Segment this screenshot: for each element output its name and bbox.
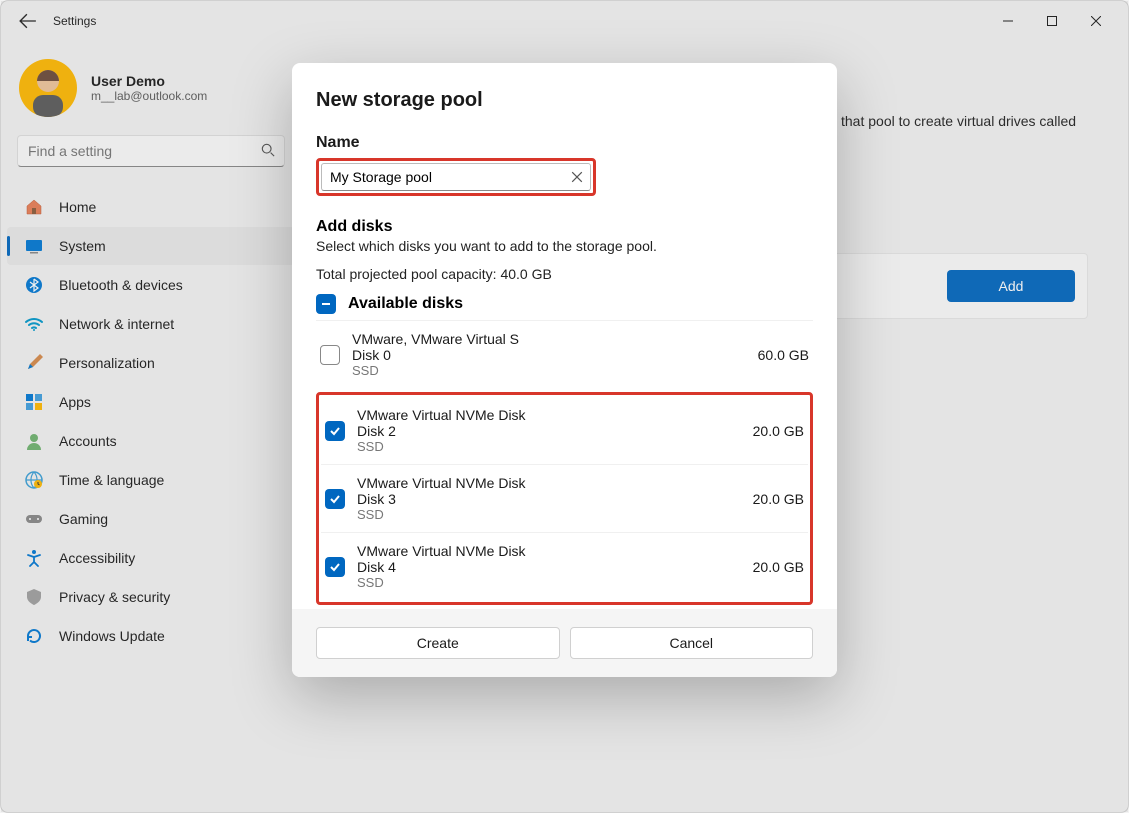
available-disks-label: Available disks	[348, 295, 463, 313]
disk-row[interactable]: VMware Virtual NVMe Disk Disk 4 SSD 20.0…	[321, 532, 808, 600]
dialog-backdrop: New storage pool Name Add disks Select w…	[1, 1, 1128, 812]
disk-name: VMware, VMware Virtual S	[352, 331, 746, 347]
disk-checkbox[interactable]	[320, 345, 340, 365]
add-disks-title: Add disks	[316, 218, 813, 236]
disk-name: VMware Virtual NVMe Disk	[357, 475, 741, 491]
name-label: Name	[316, 134, 813, 152]
new-storage-pool-dialog: New storage pool Name Add disks Select w…	[292, 63, 837, 677]
disk-size: 60.0 GB	[758, 347, 809, 363]
disk-type: SSD	[357, 439, 741, 454]
projected-capacity: Total projected pool capacity: 40.0 GB	[316, 266, 813, 282]
disk-size: 20.0 GB	[753, 491, 804, 507]
disk-checkbox[interactable]	[325, 489, 345, 509]
disk-row[interactable]: VMware Virtual NVMe Disk Disk 3 SSD 20.0…	[321, 464, 808, 532]
disk-size: 20.0 GB	[753, 559, 804, 575]
disk-id: Disk 3	[357, 491, 741, 507]
disk-name: VMware Virtual NVMe Disk	[357, 407, 741, 423]
disk-id: Disk 2	[357, 423, 741, 439]
disk-type: SSD	[357, 507, 741, 522]
disk-type: SSD	[352, 363, 746, 378]
cancel-button[interactable]: Cancel	[570, 627, 814, 659]
selected-disks-highlight: VMware Virtual NVMe Disk Disk 2 SSD 20.0…	[316, 392, 813, 605]
disk-checkbox[interactable]	[325, 421, 345, 441]
disk-row[interactable]: VMware Virtual NVMe Disk Disk 2 SSD 20.0…	[321, 397, 808, 464]
disk-checkbox[interactable]	[325, 557, 345, 577]
pool-name-input[interactable]	[321, 163, 591, 191]
disk-name: VMware Virtual NVMe Disk	[357, 543, 741, 559]
disk-row[interactable]: VMware, VMware Virtual S Disk 0 SSD 60.0…	[316, 320, 813, 388]
disk-type: SSD	[357, 575, 741, 590]
clear-icon[interactable]	[571, 170, 583, 188]
name-field-highlight	[316, 158, 596, 196]
dialog-title: New storage pool	[316, 89, 813, 112]
available-disks-checkbox[interactable]	[316, 294, 336, 314]
disk-id: Disk 0	[352, 347, 746, 363]
add-disks-desc: Select which disks you want to add to th…	[316, 238, 813, 254]
disk-size: 20.0 GB	[753, 423, 804, 439]
create-button[interactable]: Create	[316, 627, 560, 659]
disk-id: Disk 4	[357, 559, 741, 575]
